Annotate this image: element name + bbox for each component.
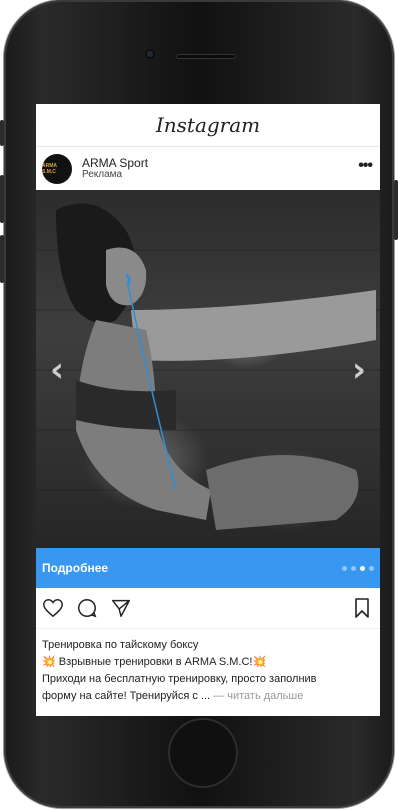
caption-line-4-text: форму на сайте! Тренируйся с ... <box>42 690 211 702</box>
cta-bar[interactable]: Подробнее <box>36 548 380 588</box>
more-options-icon[interactable]: ••• <box>358 157 373 175</box>
learn-more-button[interactable]: Подробнее <box>42 561 108 575</box>
instagram-logo: Instagram <box>155 113 261 137</box>
carousel-dot-active <box>360 565 365 571</box>
caption-line-3: Приходи на бесплатную тренировку, просто… <box>42 673 317 685</box>
earpiece-speaker <box>176 54 236 59</box>
chevron-right-icon[interactable]: › <box>352 350 366 390</box>
phone-screen: Instagram ARMA S.M.C ARMA Sport Реклама … <box>36 104 380 716</box>
phone-frame: Instagram ARMA S.M.C ARMA Sport Реклама … <box>0 0 398 808</box>
sponsored-label: Реклама <box>82 168 123 180</box>
app-header: Instagram <box>36 104 380 147</box>
front-camera <box>145 49 155 59</box>
volume-down-button <box>0 235 4 283</box>
power-button <box>394 180 398 240</box>
post-header: ARMA S.M.C ARMA Sport Реклама ••• <box>36 147 380 190</box>
explosion-icon: 💥 <box>42 656 56 668</box>
avatar-text: ARMA S.M.C <box>42 162 57 175</box>
athlete-photo-placeholder <box>36 203 380 530</box>
bookmark-icon[interactable] <box>352 597 372 619</box>
caption-line-1: Тренировка по тайскому боксу <box>42 639 199 651</box>
post-author: ARMA Sport Реклама <box>82 157 148 181</box>
comment-icon[interactable] <box>76 597 98 619</box>
carousel-dot <box>369 565 374 571</box>
action-bar <box>36 588 380 629</box>
post-photo[interactable]: ‹ › <box>36 190 380 548</box>
explosion-icon: 💥 <box>252 656 267 668</box>
send-icon[interactable] <box>110 597 132 619</box>
home-button[interactable] <box>168 718 238 788</box>
carousel-dot <box>351 565 356 571</box>
carousel-dot <box>342 565 347 571</box>
avatar[interactable]: ARMA S.M.C <box>42 153 72 184</box>
chevron-left-icon[interactable]: ‹ <box>50 350 64 390</box>
volume-up-button <box>0 175 4 223</box>
read-more-link[interactable]: — читать дальше <box>210 690 303 702</box>
post-caption: Тренировка по тайскому боксу 💥 Взрывные … <box>36 629 380 705</box>
account-name[interactable]: ARMA Sport <box>82 157 148 169</box>
caption-line-2-text: Взрывные тренировки в ARMA S.M.C! <box>55 656 253 668</box>
caption-line-2: 💥 Взрывные тренировки в ARMA S.M.C!💥 <box>42 654 374 671</box>
carousel-indicator <box>342 565 374 571</box>
caption-line-4: форму на сайте! Тренируйся с ... — читат… <box>42 688 374 705</box>
heart-icon[interactable] <box>42 597 64 619</box>
mute-switch <box>0 120 4 146</box>
